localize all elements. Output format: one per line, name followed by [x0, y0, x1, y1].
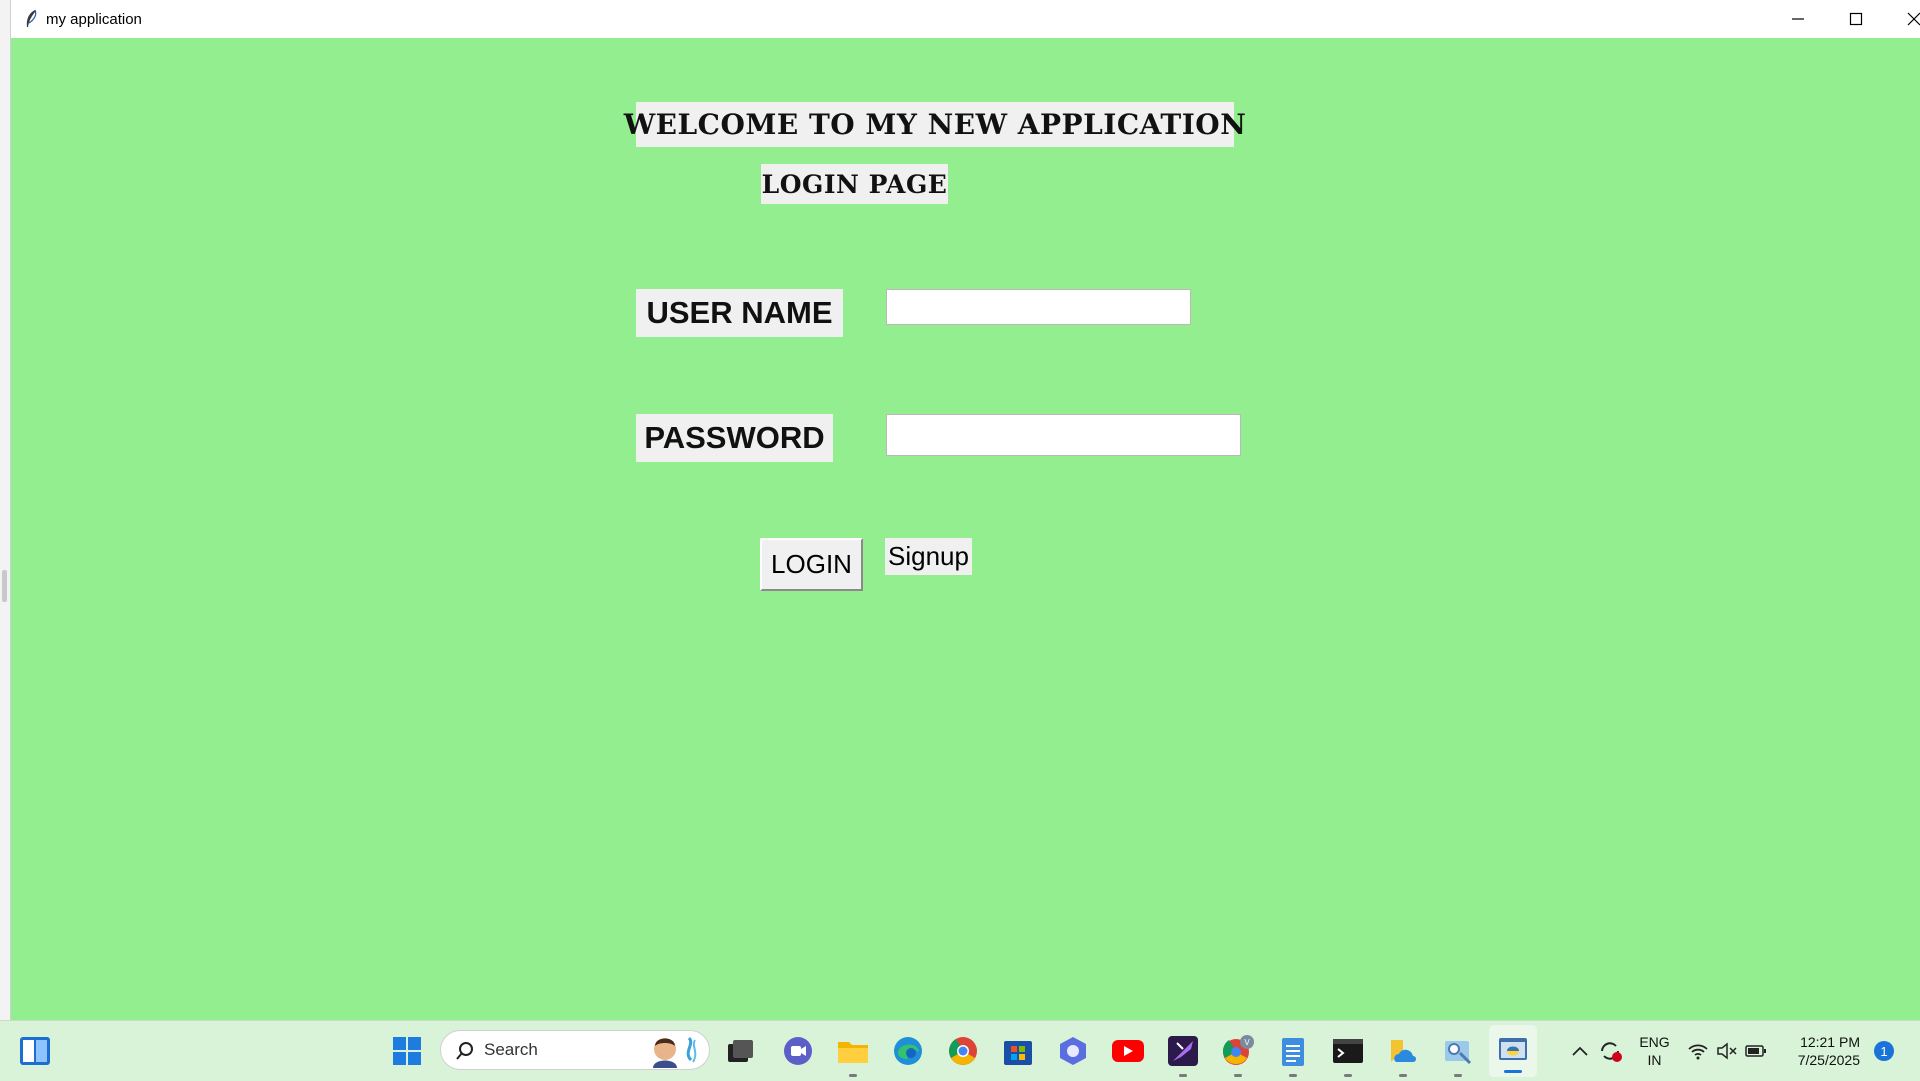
tray-overflow-button[interactable]: [1565, 1033, 1595, 1069]
chrome-button[interactable]: [945, 1033, 981, 1069]
search-label: Search: [484, 1040, 538, 1059]
username-field[interactable]: [886, 289, 1191, 325]
clock[interactable]: 12:21 PM 7/25/2025: [1780, 1033, 1860, 1069]
password-label: PASSWORD: [636, 414, 833, 462]
active-indicator: [1504, 1070, 1522, 1073]
youtube-button[interactable]: [1110, 1033, 1146, 1069]
running-indicator: [1289, 1074, 1297, 1077]
language-indicator[interactable]: ENG IN: [1632, 1033, 1677, 1069]
store-button[interactable]: [1000, 1033, 1036, 1069]
password-field[interactable]: [886, 414, 1241, 456]
signup-button[interactable]: Signup: [885, 538, 972, 575]
battery-button[interactable]: [1741, 1033, 1771, 1069]
file-explorer-icon: [838, 1042, 868, 1063]
app-window: my application WELCOME TO MY NEW APPLICA…: [10, 0, 1920, 1020]
welcome-heading: WELCOME TO MY NEW APPLICATION: [624, 102, 1246, 147]
task-view-icon: [728, 1040, 753, 1062]
copilot-icon: [1060, 1037, 1086, 1065]
volume-muted-icon: [1717, 1042, 1737, 1060]
edge-button[interactable]: [890, 1033, 926, 1069]
running-indicator: [1179, 1074, 1187, 1077]
close-button[interactable]: [1885, 0, 1920, 38]
desktop-edge: [0, 0, 10, 1020]
window-title: my application: [46, 11, 142, 28]
maximize-icon: [1849, 12, 1863, 26]
clock-date: 7/25/2025: [1797, 1052, 1860, 1068]
sync-status-button[interactable]: [1595, 1033, 1625, 1069]
feather-icon: [26, 9, 37, 27]
running-indicator: [1454, 1074, 1462, 1077]
settings-app-icon: [1445, 1041, 1472, 1065]
terminal-button[interactable]: [1330, 1033, 1366, 1077]
svg-text:V: V: [1244, 1038, 1250, 1047]
password-input[interactable]: [887, 415, 1240, 455]
store-icon: [1004, 1041, 1032, 1065]
volume-button[interactable]: [1712, 1033, 1742, 1069]
onedrive-icon: [1391, 1040, 1416, 1062]
login-page-title: LOGIN PAGE: [761, 164, 948, 204]
terminal-icon: [1333, 1039, 1363, 1063]
file-explorer-button[interactable]: [835, 1033, 871, 1077]
chrome-icon: [949, 1037, 977, 1065]
widgets-button[interactable]: [17, 1033, 53, 1069]
region-text: IN: [1647, 1052, 1662, 1068]
battery-icon: [1745, 1045, 1766, 1057]
chevron-up-icon: [1572, 1046, 1588, 1056]
meet-button[interactable]: [780, 1033, 816, 1069]
wifi-button[interactable]: [1683, 1033, 1713, 1069]
visual-studio-button[interactable]: [1165, 1033, 1201, 1077]
language-text: ENG: [1639, 1034, 1670, 1050]
python-icon-wrap: [1495, 1033, 1531, 1069]
taskbar: Search V ENG IN 12:21 PM 7/25/2025 1: [0, 1020, 1920, 1081]
edge-icon: [894, 1037, 922, 1065]
start-button[interactable]: [389, 1033, 425, 1069]
widgets-icon: [20, 1037, 50, 1065]
username-input[interactable]: [887, 290, 1190, 324]
python-icon: [1499, 1038, 1527, 1060]
youtube-icon: [1112, 1040, 1144, 1062]
running-indicator: [1399, 1074, 1407, 1077]
taskbar-search[interactable]: Search: [440, 1030, 710, 1070]
title-bar[interactable]: my application: [11, 0, 1920, 38]
login-button[interactable]: LOGIN: [760, 538, 863, 591]
sync-icon: [1601, 1042, 1622, 1062]
search-highlight-icon: [653, 1036, 697, 1068]
search-icon: [456, 1042, 473, 1060]
running-indicator: [1234, 1074, 1242, 1077]
python-button[interactable]: [1489, 1025, 1537, 1077]
start-icon: [393, 1037, 421, 1065]
chrome-profile-icon: V: [1222, 1035, 1254, 1065]
running-indicator: [1344, 1074, 1352, 1077]
task-view-button[interactable]: [723, 1033, 759, 1069]
minimize-icon: [1792, 18, 1804, 20]
copilot-button[interactable]: [1055, 1033, 1091, 1069]
notepad-button[interactable]: [1275, 1033, 1311, 1077]
notification-badge[interactable]: 1: [1874, 1041, 1894, 1061]
running-indicator: [849, 1074, 857, 1077]
notepad-icon: [1282, 1038, 1304, 1066]
clock-time: 12:21 PM: [1800, 1034, 1860, 1050]
resize-handle[interactable]: [2, 570, 7, 602]
maximize-button[interactable]: [1827, 0, 1885, 38]
visual-studio-icon: [1168, 1036, 1198, 1066]
close-icon: [1907, 12, 1920, 26]
onedrive-button[interactable]: [1385, 1033, 1421, 1077]
chrome-profile-button[interactable]: V: [1220, 1033, 1256, 1077]
wifi-icon: [1688, 1044, 1708, 1060]
settings-app-button[interactable]: [1440, 1033, 1476, 1077]
minimize-button[interactable]: [1769, 0, 1827, 38]
app-client-area: WELCOME TO MY NEW APPLICATION LOGIN PAGE…: [11, 38, 1920, 1020]
meet-icon: [784, 1037, 812, 1065]
username-label: USER NAME: [636, 289, 843, 337]
